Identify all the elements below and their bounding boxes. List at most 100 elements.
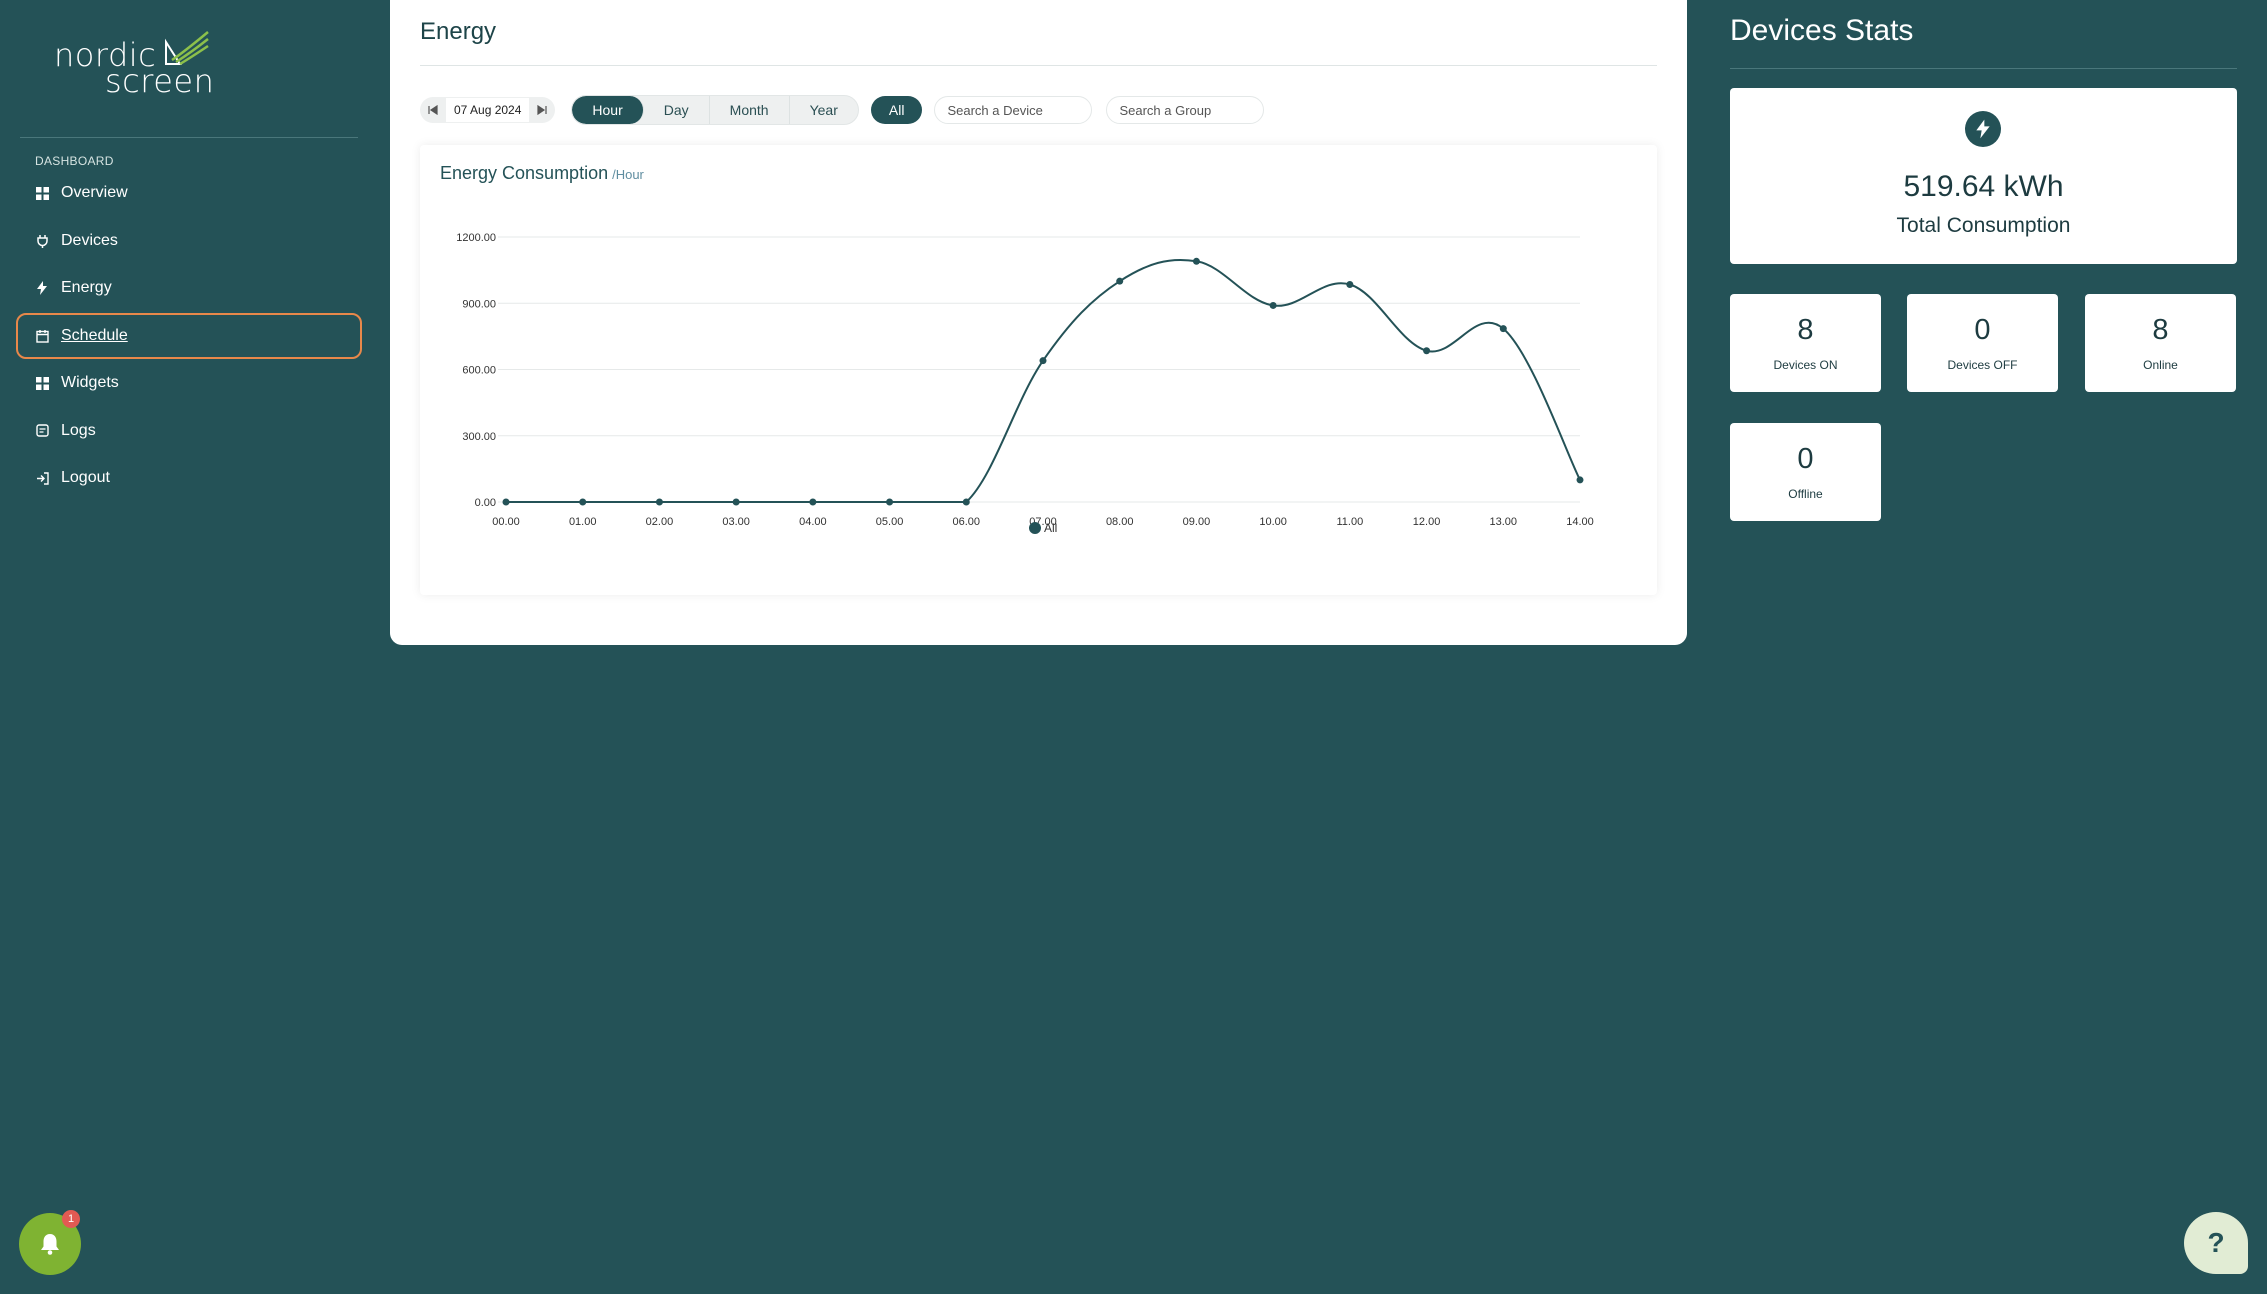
stat-value: 0 (1974, 314, 1991, 346)
energy-divider (420, 65, 1657, 66)
x-tick-label: 05.00 (876, 516, 904, 528)
data-point (1576, 476, 1584, 484)
grid-icon (35, 376, 49, 390)
calendar-icon (35, 329, 49, 343)
previous-date-icon[interactable] (424, 101, 442, 119)
sidebar-item-overview[interactable]: Overview (16, 170, 362, 216)
total-consumption-value: 519.64 kWh (1903, 170, 2064, 203)
sidebar-item-label: Logs (61, 421, 96, 439)
x-tick-label: 11.00 (1336, 516, 1363, 528)
x-tick-label: 12.00 (1413, 516, 1441, 528)
total-consumption-card: 519.64 kWh Total Consumption (1730, 88, 2237, 264)
data-point (1346, 280, 1354, 288)
x-tick-label: 02.00 (646, 516, 674, 528)
x-tick-label: 03.00 (722, 516, 750, 528)
notification-badge: 1 (62, 1210, 80, 1228)
date-picker: 07 Aug 2024 (420, 97, 556, 123)
devices-off-card: 0 Devices OFF (1907, 294, 2058, 392)
stat-label: Online (2143, 358, 2178, 372)
energy-line-chart: 0.00 300.00 600.00 900.00 1200.00 00.00 01.00 0… (456, 232, 1594, 535)
stats-title: Devices Stats (1730, 14, 1914, 47)
y-tick-label: 300.00 (462, 431, 496, 443)
sidebar-item-label: Devices (61, 231, 118, 249)
data-point (1116, 277, 1124, 285)
legend-marker (1029, 522, 1041, 534)
all-devices-button[interactable]: All (870, 96, 923, 124)
x-tick-label: 09.00 (1183, 516, 1211, 528)
plug-icon (35, 234, 49, 248)
search-device-input[interactable] (934, 96, 1093, 124)
stats-divider (1730, 68, 2237, 69)
x-tick-label: 01.00 (569, 516, 597, 528)
series-line-all (506, 258, 1581, 504)
online-card: 8 Online (2085, 294, 2236, 392)
sidebar-item-energy[interactable]: Energy (16, 265, 362, 311)
sidebar-item-logout[interactable]: Logout (16, 455, 362, 501)
bolt-icon (1965, 111, 2001, 147)
sidebar-section-label: DASHBOARD (35, 154, 114, 168)
wing-logo-icon (165, 31, 209, 66)
data-point (655, 498, 663, 506)
help-button[interactable]: ? (2184, 1212, 2248, 1274)
bell-icon (41, 1234, 59, 1255)
page-title: Energy (420, 18, 497, 45)
energy-chart-card: Energy Consumption/Hour 0.00 300.00 600.00… (420, 145, 1657, 595)
data-point (732, 498, 740, 506)
grid-icon (35, 186, 49, 200)
data-point (1499, 325, 1507, 333)
x-tick-label: 06.00 (953, 516, 981, 528)
sidebar-item-schedule[interactable]: Schedule (16, 312, 362, 359)
y-tick-label: 900.00 (462, 298, 496, 310)
data-point (502, 498, 510, 506)
sidebar-item-widgets[interactable]: Widgets (16, 360, 362, 406)
sidebar-item-devices[interactable]: Devices (16, 218, 362, 264)
offline-card: 0 Offline (1730, 423, 1881, 521)
sidebar-item-label: Energy (61, 279, 112, 296)
x-tick-label: 14.00 (1566, 516, 1594, 528)
x-tick-label: 08.00 (1106, 516, 1134, 528)
data-point (1039, 357, 1047, 365)
log-icon (35, 424, 49, 438)
period-month-button[interactable]: Month (710, 96, 790, 124)
stat-label: Offline (1788, 487, 1823, 501)
bolt-icon (35, 281, 49, 295)
x-tick-label: 00.00 (492, 516, 520, 528)
period-day-button[interactable]: Day (644, 96, 710, 124)
x-tick-label: 10.00 (1259, 516, 1287, 528)
y-tick-label: 1200.00 (456, 232, 496, 244)
sidebar-nav: Overview Devices Energy Schedule Widgets… (16, 170, 362, 503)
sidebar-item-label: Logout (61, 469, 110, 486)
search-group-input[interactable] (1106, 96, 1265, 124)
data-point (962, 498, 970, 506)
sidebar-item-label: Overview (61, 184, 128, 201)
sidebar-item-label: Widgets (61, 374, 119, 391)
y-tick-label: 0.00 (475, 497, 496, 509)
sidebar-divider (20, 137, 358, 138)
brand-logo: nordic screen (52, 28, 222, 100)
stat-value: 8 (1797, 314, 1814, 346)
data-point (1423, 347, 1431, 355)
x-tick-label: 04.00 (799, 516, 827, 528)
y-tick-label: 600.00 (462, 365, 496, 377)
energy-controls: 07 Aug 2024 Hour Day Month Year All (420, 95, 1265, 125)
sidebar-item-label: Schedule (61, 326, 128, 344)
legend-label: All (1044, 521, 1057, 535)
stat-value: 8 (2152, 314, 2169, 346)
stat-label: Devices OFF (1947, 358, 2018, 372)
data-point (1192, 257, 1200, 265)
notifications-button[interactable]: 1 (19, 1210, 81, 1275)
next-date-icon[interactable] (533, 101, 551, 119)
logout-icon (35, 471, 49, 485)
period-selector: Hour Day Month Year (571, 95, 859, 125)
data-point (809, 498, 817, 506)
period-hour-button[interactable]: Hour (572, 96, 644, 124)
stat-label: Devices ON (1773, 358, 1838, 372)
date-field[interactable]: 07 Aug 2024 (446, 98, 530, 122)
devices-on-card: 8 Devices ON (1730, 294, 1881, 392)
total-consumption-label: Total Consumption (1896, 214, 2071, 237)
period-year-button[interactable]: Year (790, 96, 858, 124)
energy-panel: Energy 07 Aug 2024 Hour Day Month Year A… (390, 0, 1687, 645)
stat-value: 0 (1797, 443, 1814, 475)
sidebar-item-logs[interactable]: Logs (16, 408, 362, 454)
data-point (886, 498, 894, 506)
